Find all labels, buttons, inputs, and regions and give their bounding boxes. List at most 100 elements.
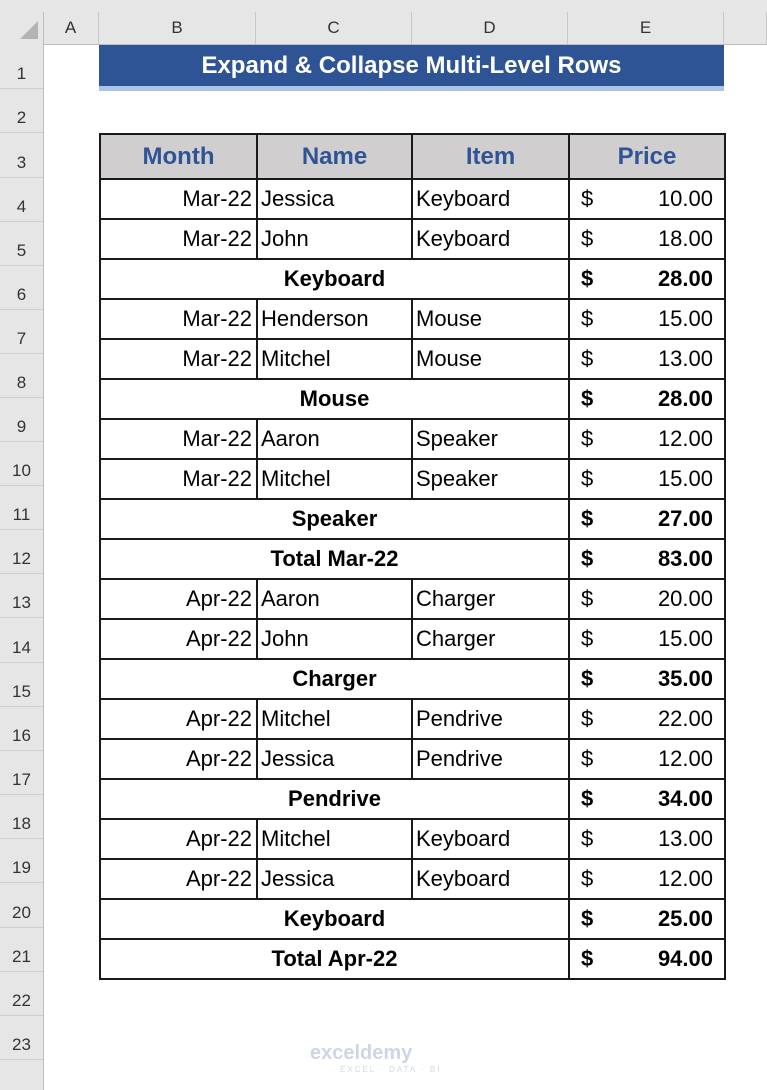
row-header-16[interactable]: 16 [0, 707, 43, 751]
column-header-a[interactable]: A [43, 12, 99, 44]
month-cell[interactable]: Apr-22 [99, 698, 258, 740]
name-cell[interactable]: Mitchel [256, 338, 413, 380]
row-header-8[interactable]: 8 [0, 354, 43, 398]
subtotal-label[interactable]: Speaker [99, 498, 570, 540]
row-header-6[interactable]: 6 [0, 266, 43, 310]
price-cell[interactable]: $12.00 [568, 738, 726, 780]
row-header-17[interactable]: 17 [0, 751, 43, 795]
row-header-5[interactable]: 5 [0, 222, 43, 266]
item-cell[interactable]: Mouse [411, 298, 570, 340]
price-cell[interactable]: $13.00 [568, 338, 726, 380]
row-header-2[interactable]: 2 [0, 89, 43, 133]
month-cell[interactable]: Apr-22 [99, 818, 258, 860]
item-cell[interactable]: Keyboard [411, 218, 570, 260]
name-cell[interactable]: Mitchel [256, 458, 413, 500]
column-header-b[interactable]: B [99, 12, 256, 44]
price-cell[interactable]: $94.00 [568, 938, 726, 980]
price-cell[interactable]: $15.00 [568, 618, 726, 660]
item-cell[interactable]: Speaker [411, 458, 570, 500]
header-name[interactable]: Name [256, 133, 413, 180]
item-cell[interactable]: Pendrive [411, 738, 570, 780]
price-cell[interactable]: $18.00 [568, 218, 726, 260]
price-cell[interactable]: $20.00 [568, 578, 726, 620]
row-header-21[interactable]: 21 [0, 928, 43, 972]
name-cell[interactable]: Mitchel [256, 698, 413, 740]
price-cell[interactable]: $25.00 [568, 898, 726, 940]
item-cell[interactable]: Speaker [411, 418, 570, 460]
subtotal-label[interactable]: Keyboard [99, 258, 570, 300]
price-cell[interactable]: $12.00 [568, 418, 726, 460]
item-cell[interactable]: Pendrive [411, 698, 570, 740]
month-cell[interactable]: Mar-22 [99, 178, 258, 220]
month-cell[interactable]: Apr-22 [99, 738, 258, 780]
row-header-15[interactable]: 15 [0, 663, 43, 707]
column-header-f[interactable] [724, 12, 767, 44]
column-header-e[interactable]: E [568, 12, 724, 44]
subtotal-label[interactable]: Mouse [99, 378, 570, 420]
subtotal-label[interactable]: Total Apr-22 [99, 938, 570, 980]
header-price[interactable]: Price [568, 133, 726, 180]
name-cell[interactable]: John [256, 218, 413, 260]
month-cell[interactable]: Mar-22 [99, 218, 258, 260]
price-cell[interactable]: $15.00 [568, 298, 726, 340]
subtotal-label[interactable]: Keyboard [99, 898, 570, 940]
row-header-18[interactable]: 18 [0, 795, 43, 839]
name-cell[interactable]: Jessica [256, 178, 413, 220]
month-cell[interactable]: Mar-22 [99, 298, 258, 340]
price-cell[interactable]: $15.00 [568, 458, 726, 500]
row-header-22[interactable]: 22 [0, 972, 43, 1016]
row-header-23[interactable]: 23 [0, 1016, 43, 1060]
price-cell[interactable]: $27.00 [568, 498, 726, 540]
row-header-11[interactable]: 11 [0, 486, 43, 530]
month-cell[interactable]: Mar-22 [99, 458, 258, 500]
price-cell[interactable]: $28.00 [568, 258, 726, 300]
row-header-4[interactable]: 4 [0, 178, 43, 222]
column-header-d[interactable]: D [412, 12, 568, 44]
month-cell[interactable]: Apr-22 [99, 618, 258, 660]
price-cell[interactable]: $13.00 [568, 818, 726, 860]
subtotal-label[interactable]: Total Mar-22 [99, 538, 570, 580]
name-cell[interactable]: Jessica [256, 738, 413, 780]
row-header-20[interactable]: 20 [0, 883, 43, 928]
name-cell[interactable]: Jessica [256, 858, 413, 900]
price-cell[interactable]: $12.00 [568, 858, 726, 900]
name-cell[interactable]: John [256, 618, 413, 660]
name-cell[interactable]: Aaron [256, 418, 413, 460]
item-cell[interactable]: Charger [411, 618, 570, 660]
column-header-c[interactable]: C [256, 12, 412, 44]
row-header-7[interactable]: 7 [0, 310, 43, 354]
row-header-9[interactable]: 9 [0, 398, 43, 442]
row-header-19[interactable]: 19 [0, 839, 43, 883]
month-cell[interactable]: Mar-22 [99, 418, 258, 460]
row-header-10[interactable]: 10 [0, 442, 43, 486]
table-row: Mar-22 Aaron Speaker $12.00 [99, 418, 726, 460]
header-item[interactable]: Item [411, 133, 570, 180]
row-header-14[interactable]: 14 [0, 618, 43, 663]
row-header-12[interactable]: 12 [0, 530, 43, 574]
header-month[interactable]: Month [99, 133, 258, 180]
month-cell[interactable]: Mar-22 [99, 338, 258, 380]
subtotal-label[interactable]: Pendrive [99, 778, 570, 820]
price-cell[interactable]: $22.00 [568, 698, 726, 740]
price-cell[interactable]: $28.00 [568, 378, 726, 420]
price-amount: 83.00 [657, 546, 713, 571]
name-cell[interactable]: Aaron [256, 578, 413, 620]
subtotal-label[interactable]: Charger [99, 658, 570, 700]
item-cell[interactable]: Charger [411, 578, 570, 620]
price-cell[interactable]: $83.00 [568, 538, 726, 580]
row-header-13[interactable]: 13 [0, 574, 43, 618]
name-cell[interactable]: Mitchel [256, 818, 413, 860]
price-cell[interactable]: $10.00 [568, 178, 726, 220]
price-cell[interactable]: $35.00 [568, 658, 726, 700]
name-cell[interactable]: Henderson [256, 298, 413, 340]
item-cell[interactable]: Keyboard [411, 178, 570, 220]
row-header-3[interactable]: 3 [0, 133, 43, 178]
item-cell[interactable]: Mouse [411, 338, 570, 380]
price-cell[interactable]: $34.00 [568, 778, 726, 820]
select-all-button[interactable] [0, 12, 44, 44]
month-cell[interactable]: Apr-22 [99, 858, 258, 900]
month-cell[interactable]: Apr-22 [99, 578, 258, 620]
row-header-1[interactable]: 1 [0, 44, 43, 89]
item-cell[interactable]: Keyboard [411, 818, 570, 860]
item-cell[interactable]: Keyboard [411, 858, 570, 900]
